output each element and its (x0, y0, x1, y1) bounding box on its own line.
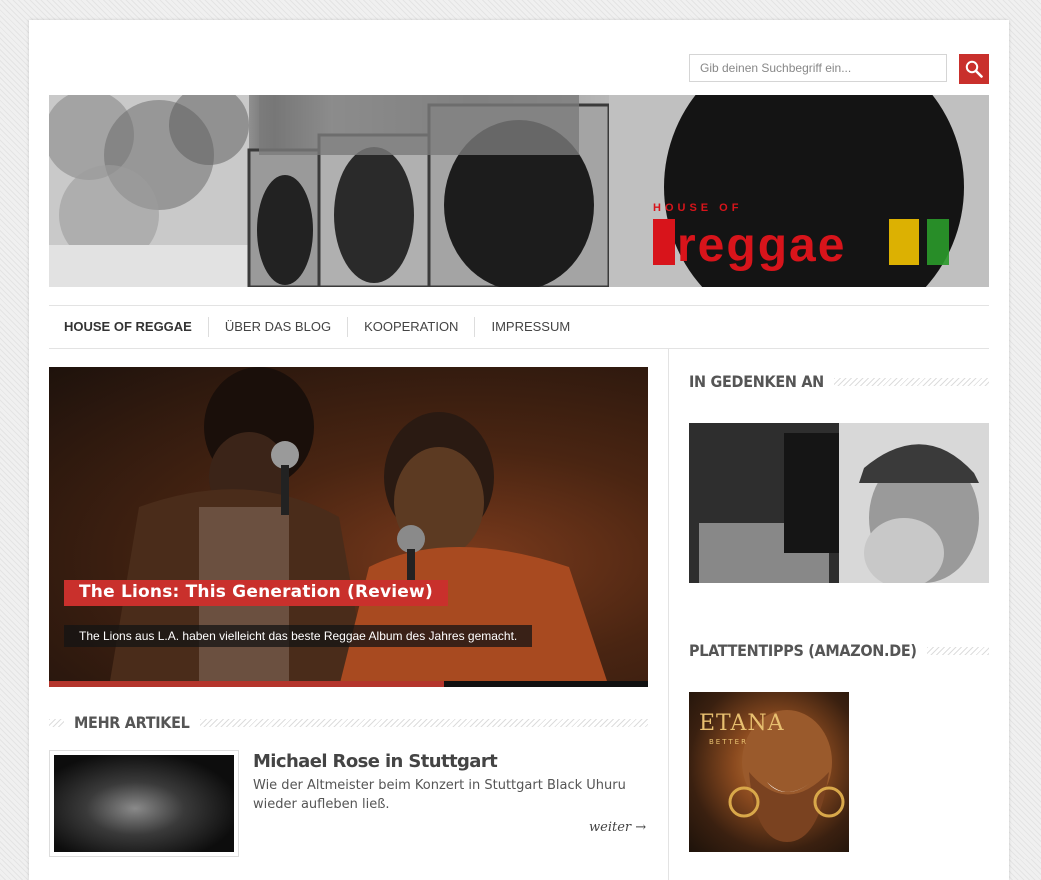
more-articles-title: MEHR ARTIKEL (74, 713, 190, 732)
memorial-photo (689, 423, 989, 583)
heading-stripes (199, 718, 648, 727)
featured-slider[interactable]: The Lions: This Generation (Review) The … (49, 367, 648, 687)
article-excerpt: Wie der Altmeister beim Konzert in Stutt… (253, 778, 626, 812)
heading-stripes (833, 377, 989, 386)
memorial-heading-title: IN GEDENKEN AN (689, 372, 824, 391)
main-nav: HOUSE OF REGGAE ÜBER DAS BLOG KOOPERATIO… (49, 305, 989, 349)
search-button[interactable] (959, 54, 989, 84)
header-banner[interactable]: HOUSE OF reggae (49, 95, 989, 287)
slide-title[interactable]: The Lions: This Generation (Review) (64, 580, 448, 606)
search-input[interactable] (689, 54, 947, 82)
memorial-heading: IN GEDENKEN AN (689, 372, 989, 391)
logo-big-text: reggae (677, 219, 846, 272)
record-cover-title: ETANA (699, 711, 785, 736)
page-container: HOUSE OF reggae HOUSE OF REGGAE ÜBER DAS… (29, 20, 1009, 880)
heading-stripes (926, 646, 989, 655)
record-cover-subtitle: BETTER (709, 738, 748, 746)
more-articles-heading: MEHR ARTIKEL (49, 713, 648, 732)
article-title[interactable]: Michael Rose in Stuttgart (253, 751, 498, 772)
nav-item-kooperation[interactable]: KOOPERATION (348, 317, 476, 337)
logo-small-text: HOUSE OF (653, 202, 742, 214)
record-cover[interactable]: ETANA BETTER (689, 692, 849, 852)
read-more-link[interactable]: weiter → (589, 820, 646, 835)
record-cover-art: ETANA BETTER (699, 710, 845, 842)
slide-excerpt: The Lions aus L.A. haben vielleicht das … (64, 625, 533, 647)
article-thumbnail-image (54, 755, 234, 852)
column-divider (668, 348, 669, 880)
records-heading: PLATTENTIPPS (AMAZON.DE) (689, 641, 989, 660)
banner-image: HOUSE OF reggae (49, 95, 989, 287)
slider-progress-track (49, 681, 648, 687)
records-heading-title: PLATTENTIPPS (AMAZON.DE) (689, 641, 917, 660)
article-thumbnail[interactable] (49, 750, 239, 857)
nav-item-impressum[interactable]: IMPRESSUM (475, 317, 586, 337)
heading-stripes (49, 718, 64, 727)
nav-item-house-of-reggae[interactable]: HOUSE OF REGGAE (49, 317, 209, 337)
nav-item-ueber-das-blog[interactable]: ÜBER DAS BLOG (209, 317, 349, 337)
memorial-image[interactable] (689, 423, 989, 583)
search-icon (965, 60, 983, 78)
slider-progress-fill (49, 681, 445, 687)
